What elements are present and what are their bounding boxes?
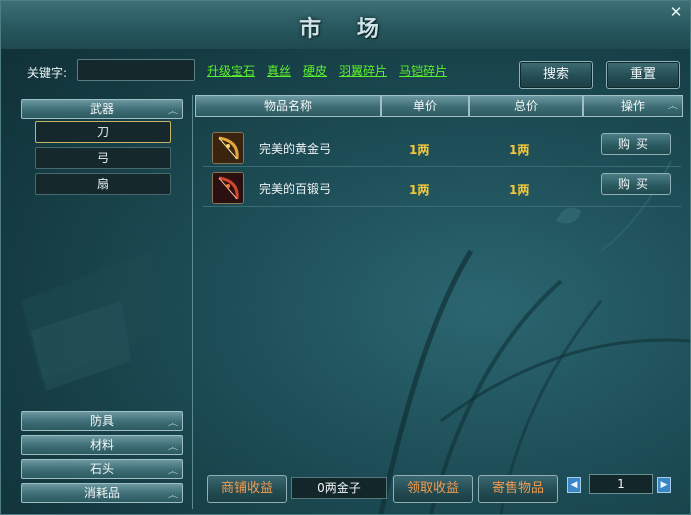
reset-button[interactable]: 重置 — [606, 61, 680, 89]
quick-link-hard-leather[interactable]: 硬皮 — [303, 64, 327, 78]
subcategory-fan[interactable]: 扇 — [35, 173, 171, 195]
buy-button[interactable]: 购买 — [601, 173, 671, 195]
category-panel: 武器 ෴ 刀 弓 扇 防具 ෴ 材料 ෴ 石头 ෴ 消耗品 ෴ — [13, 93, 185, 507]
quick-link-silk[interactable]: 真丝 — [267, 64, 291, 78]
quick-link-upgrade-gem[interactable]: 升级宝石 — [207, 64, 255, 78]
column-header-unit-price: 单价 — [381, 95, 469, 117]
forged-bow-icon[interactable] — [212, 172, 244, 204]
column-header-total-price: 总价 — [469, 95, 583, 117]
keyword-label: 关键字: — [27, 66, 68, 80]
item-table-panel: 物品名称 单价 总价 操作 ෴ 完美的黄金弓 1两 1两 购买 完美的百锻弓 1… — [192, 95, 684, 509]
swirl-ornament-icon: ෴ — [167, 417, 178, 430]
consign-item-button[interactable]: 寄售物品 — [478, 475, 558, 503]
category-materials[interactable]: 材料 ෴ — [21, 435, 183, 455]
gold-amount: 0两金子 — [291, 477, 387, 499]
subcategory-blade[interactable]: 刀 — [35, 121, 171, 143]
market-window: 市 场 ✕ 关键字: 升级宝石 真丝 硬皮 羽翼碎片 马铠碎片 搜索 重置 武器 ෴ 刀… — [0, 0, 691, 515]
quick-link-wing-fragment[interactable]: 羽翼碎片 — [339, 64, 387, 78]
title-bar: 市 场 ✕ — [1, 1, 690, 49]
item-name: 完美的百锻弓 — [259, 182, 332, 196]
unit-price: 1两 — [409, 143, 430, 157]
collect-income-button[interactable]: 领取收益 — [393, 475, 473, 503]
prev-page-icon[interactable]: ◀ — [567, 477, 581, 493]
unit-price: 1两 — [409, 183, 430, 197]
swirl-ornament-icon: ෴ — [667, 100, 678, 113]
column-header-name: 物品名称 — [195, 95, 381, 117]
category-armor[interactable]: 防具 ෴ — [21, 411, 183, 431]
window-title: 市 场 — [299, 16, 393, 42]
item-name: 完美的黄金弓 — [259, 142, 332, 156]
bottom-bar: 商铺收益 0两金子 领取收益 寄售物品 ◀ 1 ▶ — [1, 471, 690, 511]
category-label: 防具 — [89, 414, 114, 428]
page-number-field[interactable]: 1 — [589, 474, 653, 494]
shop-income-button[interactable]: 商铺收益 — [207, 475, 287, 503]
total-price: 1两 — [509, 143, 530, 157]
total-price: 1两 — [509, 183, 530, 197]
swirl-ornament-icon: ෴ — [167, 441, 178, 454]
category-weapons[interactable]: 武器 ෴ — [21, 99, 183, 119]
buy-button[interactable]: 购买 — [601, 133, 671, 155]
search-button[interactable]: 搜索 — [519, 61, 593, 89]
search-row: 关键字: 升级宝石 真丝 硬皮 羽翼碎片 马铠碎片 搜索 重置 — [1, 53, 690, 93]
table-row: 完美的黄金弓 1两 1两 购买 — [203, 129, 681, 167]
table-header: 物品名称 单价 总价 操作 ෴ — [195, 95, 683, 117]
category-label: 材料 — [89, 438, 114, 452]
golden-bow-icon[interactable] — [212, 132, 244, 164]
column-header-action: 操作 ෴ — [583, 95, 683, 117]
category-label: 武器 — [89, 102, 114, 116]
close-icon[interactable]: ✕ — [668, 4, 684, 20]
quick-links: 升级宝石 真丝 硬皮 羽翼碎片 马铠碎片 — [207, 63, 477, 79]
table-row: 完美的百锻弓 1两 1两 购买 — [203, 169, 681, 207]
subcategory-bow[interactable]: 弓 — [35, 147, 171, 169]
keyword-input[interactable] — [77, 59, 195, 81]
quick-link-horse-armor-fragment[interactable]: 马铠碎片 — [399, 64, 447, 78]
next-page-icon[interactable]: ▶ — [657, 477, 671, 493]
swirl-ornament-icon: ෴ — [167, 105, 178, 118]
